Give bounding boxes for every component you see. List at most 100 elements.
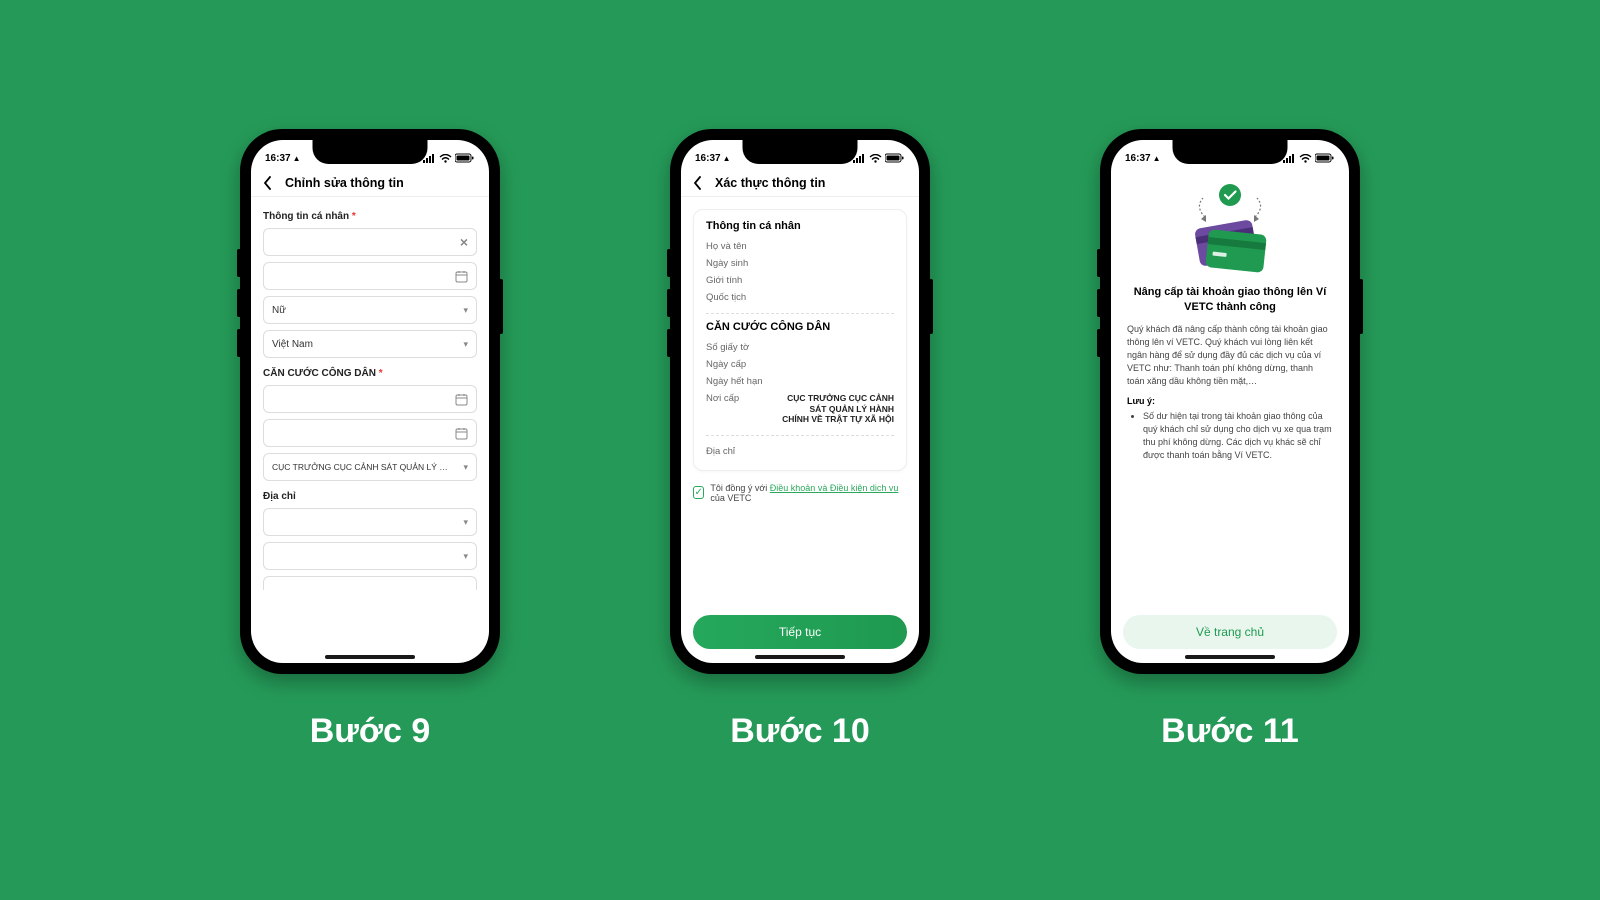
label-gender: Giới tính (706, 275, 742, 286)
step-label-10: Bước 10 (670, 712, 930, 751)
label-dob: Ngày sinh (706, 258, 748, 269)
nationality-value: Việt Nam (272, 339, 313, 350)
label-nat: Quốc tịch (706, 292, 746, 303)
chevron-down-icon: ▾ (463, 551, 468, 562)
user-icon: ▲ (1153, 154, 1161, 163)
wifi-icon (869, 154, 882, 163)
row-exp: Ngày hết hạn (706, 373, 894, 390)
label-place: Nơi cấp (706, 393, 739, 425)
gender-select[interactable]: Nữ ▾ (263, 296, 477, 324)
agree-post: của VETC (710, 493, 751, 503)
label-exp: Ngày hết hạn (706, 376, 763, 387)
wifi-icon (1299, 154, 1312, 163)
chevron-down-icon: ▾ (463, 339, 468, 350)
label-addr: Địa chỉ (706, 446, 735, 457)
id-issue-date-input[interactable] (263, 385, 477, 413)
success-body: Quý khách đã nâng cấp thành công tài kho… (1127, 323, 1333, 388)
row-addr: Địa chỉ (706, 443, 894, 460)
screen-edit-info: 16:37 ▲ Chỉnh sửa thông tin Thông tin cá… (251, 140, 489, 663)
calendar-icon (455, 427, 468, 440)
screen-success: 16:37 ▲ (1111, 140, 1349, 663)
home-indicator[interactable] (755, 655, 845, 659)
card-id-heading: CĂN CƯỚC CÔNG DÂN (706, 321, 894, 333)
chevron-down-icon: ▾ (463, 462, 468, 473)
home-indicator[interactable] (1185, 655, 1275, 659)
row-issue: Ngày cấp (706, 356, 894, 373)
address-select-3[interactable] (263, 576, 477, 590)
section-personal: Thông tin cá nhân * (263, 211, 477, 222)
issuer-value: CỤC TRƯỞNG CỤC CẢNH SÁT QUẢN LÝ HÀNH (272, 462, 452, 472)
row-nat: Quốc tịch (706, 289, 894, 306)
success-title: Nâng cấp tài khoản giao thông lên Ví VET… (1127, 285, 1333, 315)
phone-step-10: 16:37 ▲ Xác thực thông tin Thông tin cá … (670, 129, 930, 674)
address-select-1[interactable]: ▾ (263, 508, 477, 536)
required-mark: * (379, 368, 383, 379)
calendar-icon (455, 393, 468, 406)
agree-text: Tôi đồng ý với Điều khoản và Điều kiện d… (710, 483, 907, 503)
chevron-down-icon: ▾ (463, 305, 468, 316)
dob-input[interactable] (263, 262, 477, 290)
step-label-11: Bước 11 (1100, 712, 1360, 751)
form-content: Thông tin cá nhân * × Nữ ▾ Việt Nam ▾ (251, 197, 489, 663)
agree-pre: Tôi đồng ý với (710, 483, 769, 493)
phone-step-11: 16:37 ▲ (1100, 129, 1360, 674)
phone-step-9: 16:37 ▲ Chỉnh sửa thông tin Thông tin cá… (240, 129, 500, 674)
page-title: Chỉnh sửa thông tin (285, 176, 404, 190)
label-idno: Số giấy tờ (706, 342, 749, 353)
battery-icon (455, 153, 475, 163)
row-place: Nơi cấp CỤC TRƯỞNG CỤC CẢNH SÁT QUẢN LÝ H… (706, 390, 894, 428)
status-time: 16:37 (695, 153, 721, 164)
verify-card: Thông tin cá nhân Họ và tên Ngày sinh Gi… (693, 209, 907, 471)
required-mark: * (352, 211, 356, 222)
gender-value: Nữ (272, 305, 286, 316)
home-indicator[interactable] (325, 655, 415, 659)
home-button[interactable]: Về trang chủ (1123, 615, 1337, 649)
nav-header: Xác thực thông tin (681, 170, 919, 197)
label-name: Họ và tên (706, 241, 747, 252)
battery-icon (885, 153, 905, 163)
continue-button[interactable]: Tiếp tục (693, 615, 907, 649)
nationality-select[interactable]: Việt Nam ▾ (263, 330, 477, 358)
wifi-icon (439, 154, 452, 163)
agree-row: ✓ Tôi đồng ý với Điều khoản và Điều kiện… (693, 483, 907, 503)
issuer-select[interactable]: CỤC TRƯỞNG CỤC CẢNH SÁT QUẢN LÝ HÀNH ▾ (263, 453, 477, 481)
success-illustration (1175, 182, 1285, 277)
calendar-icon (455, 270, 468, 283)
divider (706, 435, 894, 436)
verify-content: Thông tin cá nhân Họ và tên Ngày sinh Gi… (681, 197, 919, 663)
row-gender: Giới tính (706, 272, 894, 289)
id-expiry-date-input[interactable] (263, 419, 477, 447)
nav-header: Chỉnh sửa thông tin (251, 170, 489, 197)
value-place: CỤC TRƯỞNG CỤC CẢNH SÁT QUẢN LÝ HÀNH CHÍ… (781, 393, 894, 425)
notch (313, 140, 428, 164)
clear-icon[interactable]: × (460, 234, 468, 250)
card-personal-heading: Thông tin cá nhân (706, 220, 894, 232)
note-heading: Lưu ý: (1127, 396, 1333, 406)
chevron-down-icon: ▾ (463, 517, 468, 528)
success-content: Nâng cấp tài khoản giao thông lên Ví VET… (1111, 170, 1349, 470)
user-icon: ▲ (723, 154, 731, 163)
address-select-2[interactable]: ▾ (263, 542, 477, 570)
screen-verify-info: 16:37 ▲ Xác thực thông tin Thông tin cá … (681, 140, 919, 663)
step-labels: Bước 9 Bước 10 Bước 11 (240, 712, 1360, 751)
note-list: Số dư hiện tại trong tài khoản giao thôn… (1127, 410, 1333, 462)
back-icon[interactable] (693, 176, 707, 190)
page-title: Xác thực thông tin (715, 176, 825, 190)
status-time: 16:37 (265, 153, 291, 164)
back-icon[interactable] (263, 176, 277, 190)
section-personal-label: Thông tin cá nhân (263, 211, 349, 222)
name-input[interactable]: × (263, 228, 477, 256)
step-label-9: Bước 9 (240, 712, 500, 751)
status-time: 16:37 (1125, 153, 1151, 164)
terms-link[interactable]: Điều khoản và Điều kiện dịch vụ (770, 483, 899, 493)
agree-checkbox[interactable]: ✓ (693, 486, 704, 499)
notch (1173, 140, 1288, 164)
user-icon: ▲ (293, 154, 301, 163)
label-issue: Ngày cấp (706, 359, 746, 370)
section-id: CĂN CƯỚC CÔNG DÂN * (263, 368, 477, 379)
section-address: Địa chỉ (263, 491, 477, 502)
notch (743, 140, 858, 164)
section-id-label: CĂN CƯỚC CÔNG DÂN (263, 368, 376, 379)
row-name: Họ và tên (706, 238, 894, 255)
divider (706, 313, 894, 314)
